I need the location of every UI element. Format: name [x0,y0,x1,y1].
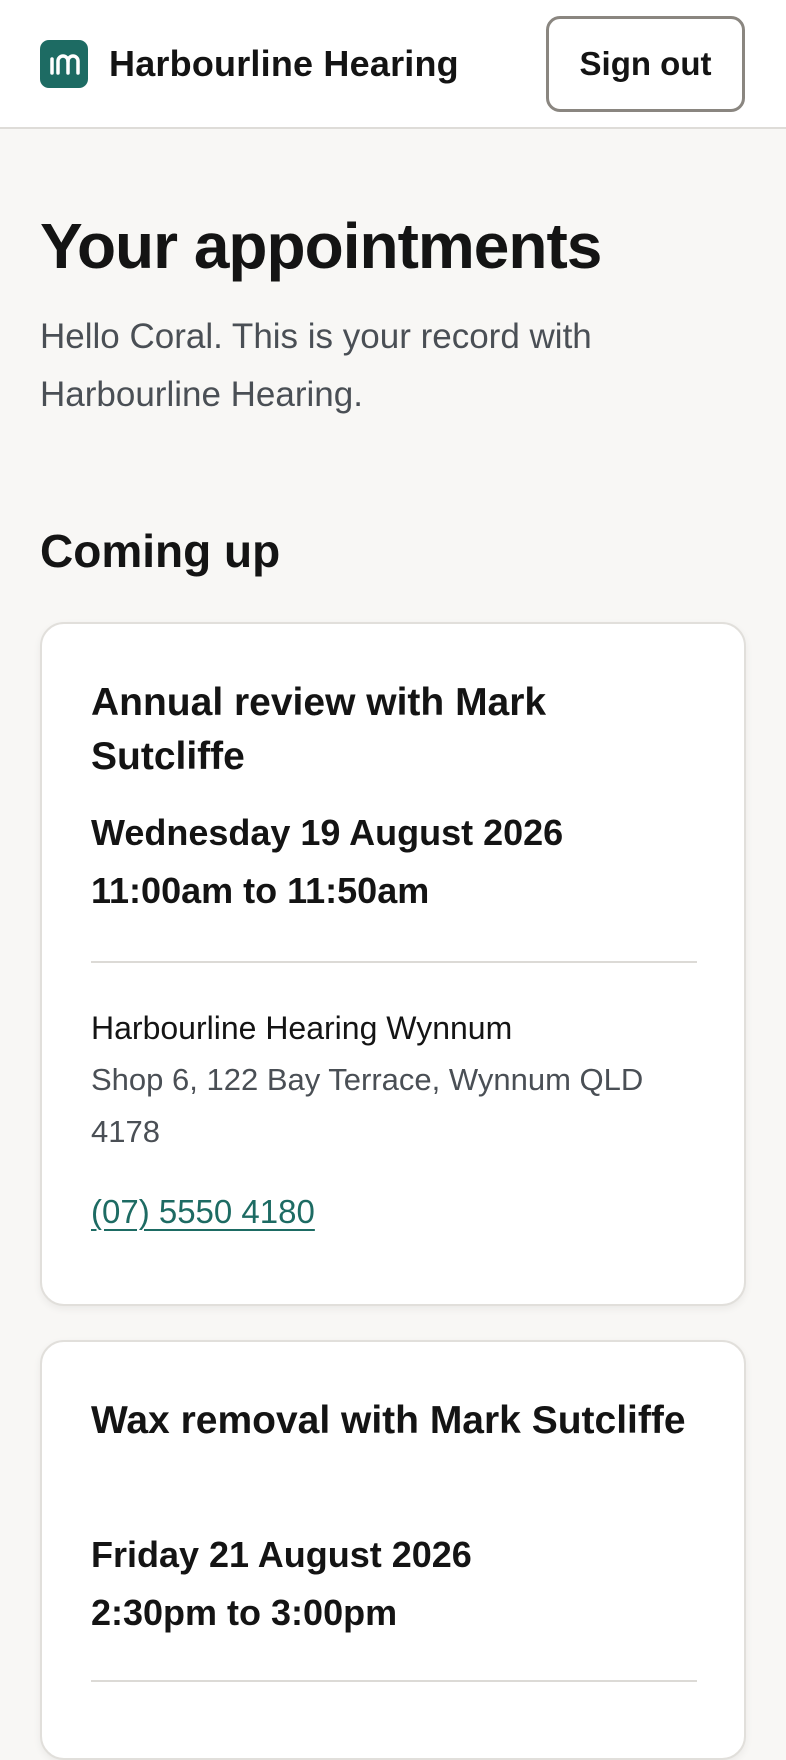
site-header: Harbourline Hearing Sign out [0,0,786,129]
appointment-datetime: Wednesday 19 August 2026 11:00am to 11:5… [91,804,711,920]
harbourline-logo-icon [40,40,88,88]
appointment-title: Annual review with Mark Sutcliffe [91,681,547,778]
sign-out-button[interactable]: Sign out [546,16,745,112]
appointment-datetime: Friday 21 August 2026 2:30pm to 3:00pm [91,1526,711,1642]
clinic-address: Shop 6, 122 Bay Terrace, Wynnum QLD 4178 [91,1062,644,1149]
intro-text: Hello Coral. This is your record with Ha… [40,317,592,414]
appointment-title: Wax removal with Mark Sutcliffe [91,1399,686,1442]
card-divider [91,961,697,963]
page-title: Your appointments [40,210,602,282]
appointment-card: Wax removal with Mark Sutcliffe Friday 2… [40,1340,746,1760]
appointment-time: 11:00am to 11:50am [91,870,430,911]
card-divider [91,1680,697,1682]
brand-name[interactable]: Harbourline Hearing [109,42,459,86]
appointment-date: Wednesday 19 August 2026 [91,812,564,853]
appointment-date: Friday 21 August 2026 [91,1534,472,1575]
appointment-time: 2:30pm to 3:00pm [91,1592,398,1633]
section-heading-coming-up: Coming up [40,525,281,577]
clinic-phone-link[interactable]: (07) 5550 4180 [91,1189,315,1235]
appointment-card: Annual review with Mark Sutcliffe Wednes… [40,622,746,1306]
clinic-name: Harbourline Hearing Wynnum [91,1010,513,1046]
